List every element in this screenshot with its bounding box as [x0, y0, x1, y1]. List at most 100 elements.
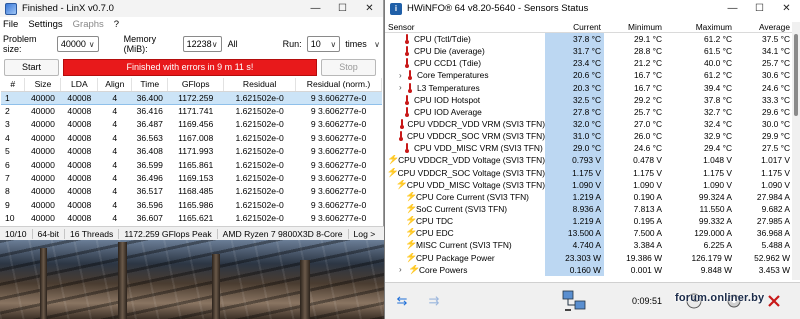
sensor-row[interactable]: ⚡ MISC Current (SVI3 TFN) 4.740 A 3.384 A 6.… [385, 239, 800, 252]
table-row[interactable]: 5 40000 40008 4 36.408 1171.993 1.621502e-0 9 3… [1, 145, 382, 158]
run-unit-select[interactable]: times ∨ [342, 36, 384, 52]
menu-file[interactable]: File [3, 19, 18, 30]
close-button[interactable]: ✕ [356, 0, 383, 17]
menu-settings[interactable]: Settings [28, 19, 62, 30]
menu-help[interactable]: ? [114, 19, 119, 30]
chevron-right-icon[interactable]: › [399, 71, 408, 80]
table-cell: 1165.861 [178, 159, 214, 170]
problem-size-select[interactable]: 40000 ∨ [56, 36, 99, 52]
sensor-row[interactable]: ⚡ CPU Package Power 23.303 W 19.386 W 126.17… [385, 251, 800, 264]
average-value: 1.017 V [761, 155, 790, 166]
sensor-row[interactable]: CPU VDDCR_VDD VRM (SVI3 TFN) 32.0 °C 27.0 … [385, 117, 800, 131]
sensor-row[interactable]: CPU VDDCR_SOC VRM (SVI3 TFN) 31.0 °C 26.0 … [385, 130, 800, 143]
current-value: 4.740 A [545, 239, 604, 252]
column-header[interactable]: Sensor [385, 22, 545, 32]
linx-titlebar[interactable]: Finished - LinX v0.7.0 — ☐ ✕ [0, 0, 383, 17]
sensor-row[interactable]: › L3 Temperatures 20.3 °C 16.7 °C 39.4 °C 24.… [385, 81, 800, 94]
table-row[interactable]: 8 40000 40008 4 36.517 1168.485 1.621502e-0 9 3… [1, 185, 382, 198]
sensor-row[interactable]: CPU Die (average) 31.7 °C 28.8 °C 61.5 °C 34… [385, 45, 800, 58]
current-value: 13.500 A [545, 227, 604, 240]
table-row[interactable]: 1 40000 40008 4 36.400 1172.259 1.621502e-0 9 3… [1, 90, 382, 105]
column-header[interactable]: Current [545, 22, 604, 32]
stop-button[interactable]: Stop [321, 58, 376, 76]
table-row[interactable]: 4 40000 40008 4 36.563 1167.008 1.621502e-0 9 3… [1, 131, 382, 144]
sensor-row[interactable]: ⚡ CPU TDC 1.219 A 0.195 A 99.332 A 27.985 A [385, 215, 800, 228]
maximize-button[interactable]: ☐ [329, 0, 356, 17]
table-row[interactable]: 6 40000 40008 4 36.599 1165.861 1.621502e-0 9 3… [1, 158, 382, 171]
start-button[interactable]: Start [4, 58, 59, 76]
close-button[interactable]: ✕ [773, 0, 800, 17]
table-row[interactable]: 2 40000 40008 4 36.416 1171.741 1.621502e-0 9 3… [1, 104, 382, 117]
table-cell: 4 [112, 159, 118, 170]
sensor-row[interactable]: CPU IOD Average 27.8 °C 25.7 °C 32.7 °C 29.6… [385, 105, 800, 118]
sensor-scrollbar[interactable] [792, 22, 800, 280]
sensor-label: CPU IOD Average [414, 106, 482, 117]
table-cell: 1168.485 [178, 186, 214, 197]
sensor-row[interactable]: › ⚡ Core Powers 0.160 W 0.001 W 9.848 W 3.453 … [385, 263, 800, 276]
hwinfo-titlebar[interactable]: i HWiNFO® 64 v8.20-5640 - Sensors Status… [385, 0, 800, 17]
sensor-row[interactable]: ⚡ SoC Current (SVI3 TFN) 8.936 A 7.813 A 11.… [385, 202, 800, 216]
sensor-name-cell: CPU Die (average) [385, 46, 545, 57]
sensor-row[interactable]: ⚡ CPU EDC 13.500 A 7.500 A 129.000 A 36.968 A [385, 227, 800, 240]
table-cell: 4 [112, 199, 118, 210]
memory-select[interactable]: 12238 ∨ [182, 36, 222, 52]
sensor-row[interactable]: CPU CCD1 (Tdie) 23.4 °C 21.2 °C 40.0 °C 25.7… [385, 57, 800, 70]
table-cell: 40000 [30, 159, 55, 170]
memory-all-button[interactable]: All [228, 39, 238, 49]
network-icon[interactable] [561, 289, 587, 313]
chevron-down-icon: ∨ [211, 39, 218, 49]
log-button[interactable]: Log > [349, 229, 381, 239]
average-value: 1.175 V [761, 167, 790, 178]
column-header[interactable]: Size [24, 78, 62, 92]
column-header[interactable]: LDA [60, 78, 99, 92]
sensor-table-header: Sensor Current Minimum Maximum Average [385, 22, 800, 33]
column-header[interactable]: Maximum [665, 22, 735, 32]
table-cell: 36.400 [131, 90, 168, 105]
run-count-select[interactable]: 10 ∨ [306, 36, 341, 52]
column-header[interactable]: Align [97, 78, 133, 92]
sensor-row[interactable]: ⚡ CPU Core Current (SVI3 TFN) 1.219 A 0.190… [385, 190, 800, 203]
sensor-row[interactable]: › Core Temperatures 20.6 °C 16.7 °C 61.2 °C 3… [385, 69, 800, 82]
minimize-button[interactable]: — [719, 0, 746, 17]
current-value: 1.219 A [545, 190, 604, 203]
table-cell: 9 3.606277e-0 [310, 146, 367, 157]
column-header[interactable]: Average [735, 22, 793, 32]
table-row[interactable]: 7 40000 40008 4 36.496 1169.153 1.621502e-0 9 3… [1, 171, 382, 184]
sensor-row[interactable]: CPU VDD_MISC VRM (SVI3 TFN) 29.0 °C 24.6 °… [385, 142, 800, 155]
column-header[interactable]: Residual (norm.) [295, 78, 382, 92]
table-row[interactable]: 9 40000 40008 4 36.596 1165.986 1.621502e-0 9 3… [1, 198, 382, 211]
arrow-left-right-icon[interactable]: ⇆ [391, 293, 413, 308]
table-cell: 9 3.606277e-0 [310, 106, 367, 117]
table-row[interactable]: 10 40000 40008 4 36.607 1165.621 1.621502e-0 9 … [1, 212, 382, 225]
column-header[interactable]: Minimum [604, 22, 665, 32]
column-header[interactable]: # [1, 78, 26, 92]
chevron-right-icon[interactable]: › [399, 265, 408, 274]
sensor-name-cell: ⚡ CPU VDDCR_VDD Voltage (SVI3 TFN) [385, 155, 545, 165]
close-icon[interactable] [765, 292, 783, 310]
column-header[interactable]: GFlops [167, 78, 225, 92]
chevron-right-icon[interactable]: › [399, 83, 408, 92]
menu-graphs[interactable]: Graphs [73, 19, 104, 30]
minimize-button[interactable]: — [302, 0, 329, 17]
table-row[interactable]: 3 40000 40008 4 36.487 1169.456 1.621502e-0 9 3… [1, 118, 382, 131]
maximize-button[interactable]: ☐ [746, 0, 773, 17]
sensor-name-cell: ⚡ CPU VDDCR_SOC Voltage (SVI3 TFN) [385, 168, 545, 178]
sensor-label: CPU VDD_MISC Voltage (SVI3 TFN) [406, 179, 545, 190]
desktop-wallpaper [0, 240, 384, 319]
memory-label: Memory (MiB): [123, 34, 157, 54]
table-cell: 1 [1, 90, 25, 105]
sensor-row[interactable]: CPU (Tctl/Tdie) 37.8 °C 29.1 °C 61.2 °C 37.5… [385, 33, 800, 46]
sensor-row[interactable]: ⚡ CPU VDDCR_VDD Voltage (SVI3 TFN) 0.793 V… [385, 154, 800, 167]
sensor-row[interactable]: CPU IOD Hotspot 32.5 °C 29.2 °C 37.8 °C 33.3… [385, 93, 800, 106]
current-value: 37.8 °C [545, 33, 604, 46]
column-header[interactable]: Time [131, 78, 169, 92]
table-cell: 4 [112, 213, 118, 224]
sensor-label: CPU VDDCR_VDD VRM (SVI3 TFN) [407, 119, 545, 130]
column-header[interactable]: Residual [223, 78, 297, 92]
arrow-right-icon[interactable]: ⇉ [423, 293, 445, 308]
sensor-name-cell: CPU IOD Hotspot [385, 94, 545, 105]
sensor-row[interactable]: ⚡ CPU VDD_MISC Voltage (SVI3 TFN) 1.090 V1… [385, 178, 800, 191]
scrollbar-thumb[interactable] [794, 34, 798, 116]
table-cell: 4 [112, 146, 118, 157]
sensor-row[interactable]: ⚡ CPU VDDCR_SOC Voltage (SVI3 TFN) 1.175 V… [385, 166, 800, 179]
